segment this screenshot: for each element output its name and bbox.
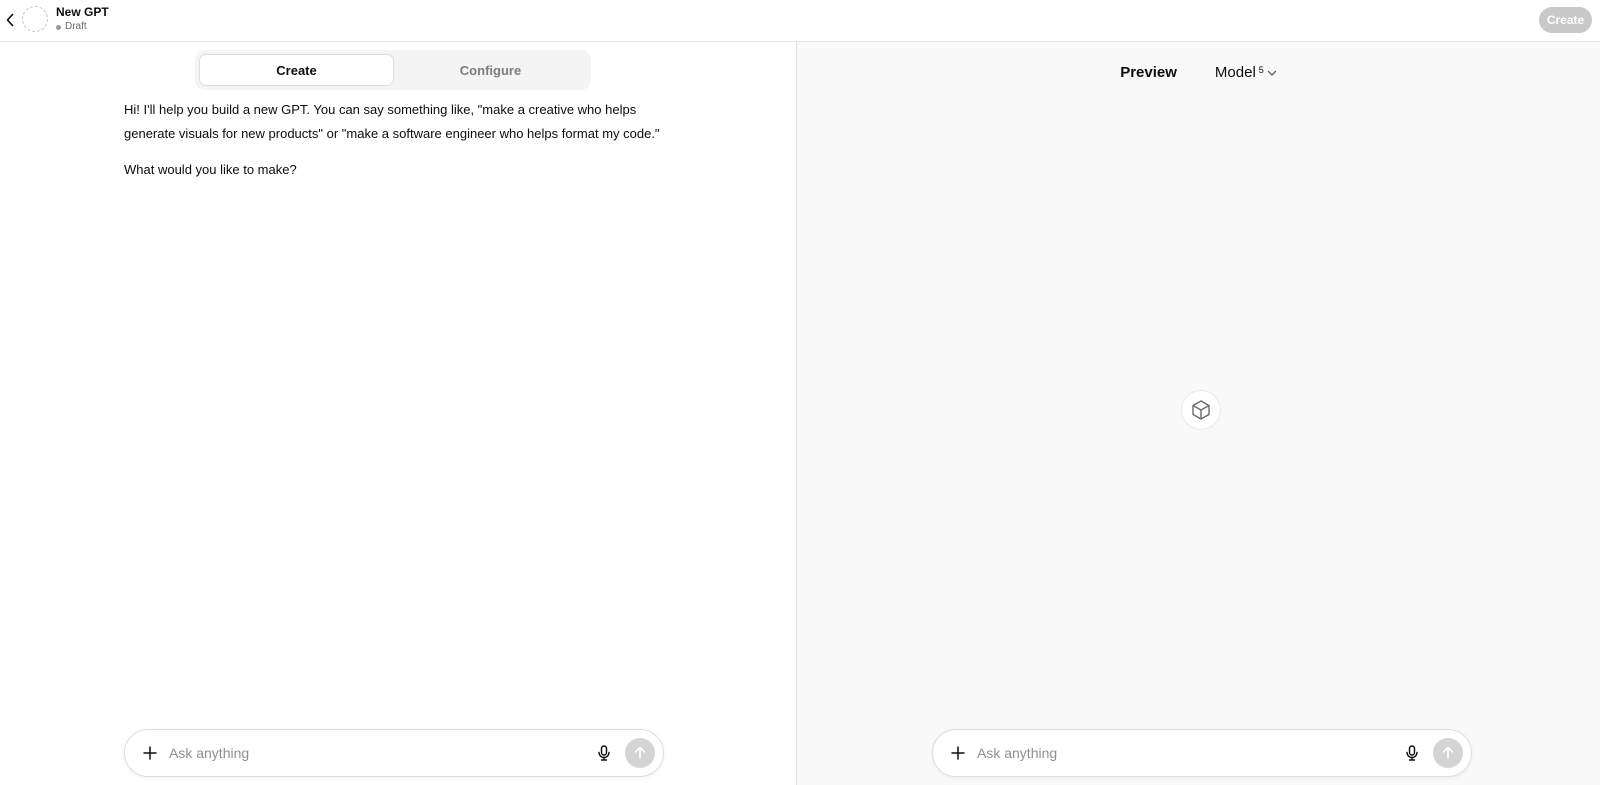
attach-button[interactable] [945, 740, 971, 766]
preview-header: Preview Model 5 [797, 64, 1600, 81]
assistant-message: Hi! I'll help you build a new GPT. You c… [124, 102, 660, 141]
status-text: Draft [65, 21, 87, 32]
assistant-message: What would you like to make? [124, 162, 297, 177]
gpt-title: New GPT [56, 5, 109, 19]
builder-composer [124, 729, 664, 777]
send-button[interactable] [1433, 738, 1463, 768]
builder-pane: Create Configure Hi! I'll help you build… [0, 42, 797, 785]
back-button[interactable] [2, 10, 18, 30]
gpt-title-block: New GPT Draft [56, 5, 109, 33]
chevron-down-icon [1267, 70, 1276, 76]
status-dot-icon [56, 24, 61, 30]
plus-icon [951, 746, 965, 760]
gpt-avatar-placeholder[interactable] [22, 6, 48, 32]
tab-create[interactable]: Create [199, 54, 394, 86]
send-button[interactable] [625, 738, 655, 768]
preview-composer [932, 729, 1472, 777]
builder-message-input[interactable] [169, 745, 591, 761]
microphone-icon [598, 745, 610, 761]
model-selector[interactable]: Model 5 [1215, 64, 1277, 81]
attach-button[interactable] [137, 740, 163, 766]
arrow-up-icon [634, 746, 646, 760]
cube-icon [1192, 400, 1210, 420]
builder-tabs: Create Configure [195, 50, 591, 90]
model-version: 5 [1258, 65, 1264, 75]
gpt-placeholder-avatar [1181, 390, 1221, 430]
preview-pane: Preview Model 5 [797, 42, 1600, 785]
voice-button[interactable] [591, 740, 617, 766]
chevron-left-icon [6, 13, 14, 27]
plus-icon [143, 746, 157, 760]
draft-status: Draft [56, 21, 109, 33]
tab-configure[interactable]: Configure [394, 54, 587, 86]
top-bar: New GPT Draft Create [0, 0, 1600, 42]
microphone-icon [1406, 745, 1418, 761]
model-label: Model [1214, 64, 1256, 81]
arrow-up-icon [1442, 746, 1454, 760]
preview-title: Preview [1120, 64, 1177, 81]
create-button[interactable]: Create [1539, 7, 1592, 33]
preview-message-input[interactable] [977, 745, 1399, 761]
voice-button[interactable] [1399, 740, 1425, 766]
builder-messages: Hi! I'll help you build a new GPT. You c… [124, 98, 664, 182]
